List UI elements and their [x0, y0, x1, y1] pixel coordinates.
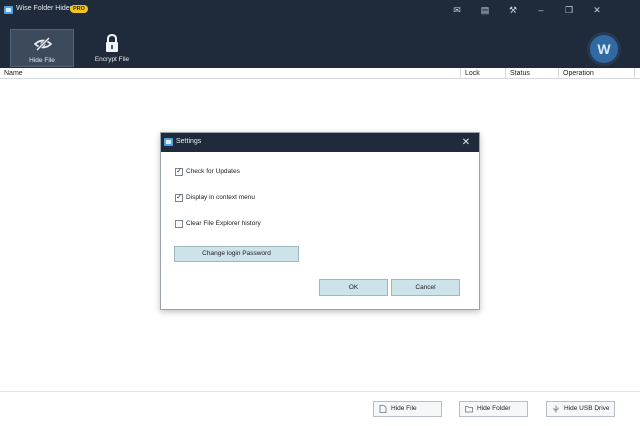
- folder-icon: [465, 406, 473, 413]
- hide-folder-button[interactable]: Hide Folder: [459, 401, 528, 417]
- column-status[interactable]: Status: [506, 68, 559, 79]
- column-operation[interactable]: Operation: [559, 68, 635, 79]
- hide-file-tool-button[interactable]: Hide File: [10, 29, 74, 67]
- encrypt-file-tool-label: Encrypt File: [94, 56, 130, 63]
- change-password-button[interactable]: Change login Password: [174, 246, 299, 262]
- check-updates-label: Check for Updates: [186, 168, 240, 175]
- file-list-header: Name Lock Status Operation: [0, 68, 640, 79]
- footer-bar: Hide File Hide Folder Hide USB Drive: [0, 391, 640, 426]
- settings-dialog: Settings ✕ ✓ Check for Updates ✓ Display…: [160, 132, 480, 310]
- settings-dialog-title: Settings: [176, 138, 202, 145]
- wise-avatar[interactable]: W: [590, 35, 618, 63]
- cancel-button[interactable]: Cancel: [391, 279, 460, 296]
- ok-button[interactable]: OK: [319, 279, 388, 296]
- column-name[interactable]: Name: [0, 68, 461, 79]
- hide-file-tool-label: Hide File: [29, 57, 55, 64]
- mail-icon[interactable]: ✉: [449, 3, 465, 17]
- hide-usb-button[interactable]: Hide USB Drive: [546, 401, 615, 417]
- app-logo-icon: [164, 138, 173, 146]
- app-title: Wise Folder Hider: [16, 5, 73, 12]
- pro-badge: PRO: [70, 5, 88, 13]
- hide-file-button-label: Hide File: [391, 405, 417, 412]
- dialog-close-icon[interactable]: ✕: [459, 136, 473, 149]
- file-icon: [379, 405, 387, 413]
- context-menu-label: Display in context menu: [186, 194, 256, 201]
- clear-history-label: Clear File Explorer history: [186, 220, 261, 227]
- title-bar: Wise Folder Hider PRO ✉ ▤ ⚒ – ❐ ✕ Hide F…: [0, 0, 640, 68]
- settings-icon[interactable]: ⚒: [505, 3, 521, 17]
- hide-folder-button-label: Hide Folder: [477, 405, 511, 412]
- column-lock[interactable]: Lock: [461, 68, 506, 79]
- clear-history-checkbox[interactable]: [175, 220, 183, 228]
- encrypt-file-tool-button[interactable]: Encrypt File: [80, 29, 144, 67]
- app-logo-icon: [4, 6, 13, 14]
- lock-icon: [106, 33, 118, 52]
- context-menu-checkbox[interactable]: ✓: [175, 194, 183, 202]
- feedback-icon[interactable]: ▤: [477, 3, 493, 17]
- check-updates-checkbox[interactable]: ✓: [175, 168, 183, 176]
- hidden-eye-icon: [33, 36, 53, 52]
- restore-icon[interactable]: ❐: [561, 3, 577, 17]
- usb-icon: [553, 405, 559, 413]
- hide-file-button[interactable]: Hide File: [373, 401, 442, 417]
- hide-usb-button-label: Hide USB Drive: [564, 405, 610, 412]
- close-icon[interactable]: ✕: [589, 3, 605, 17]
- settings-dialog-titlebar: Settings ✕: [161, 133, 479, 152]
- minimize-icon[interactable]: –: [533, 3, 549, 17]
